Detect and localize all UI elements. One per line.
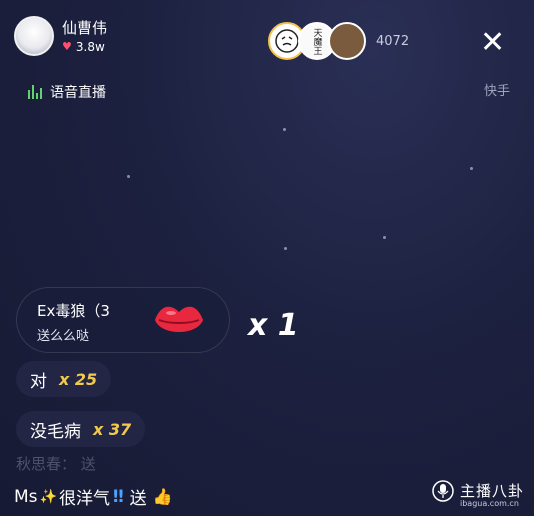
watermark-text: 主播八卦 <box>460 482 525 500</box>
double-exclamation-icon: ‼ <box>112 486 124 507</box>
combo-text: 没毛病 <box>30 421 81 442</box>
viewer-avatar-text: 天魔王 <box>311 27 322 55</box>
brand-label: 快手 <box>484 84 511 99</box>
gift-count: x 1 <box>248 308 299 343</box>
viewer-avatar[interactable] <box>328 22 366 60</box>
combo-text: 对 <box>30 371 47 392</box>
star <box>127 175 130 178</box>
voice-live-badge: 语音直播 <box>28 82 106 102</box>
lips-icon <box>155 306 203 332</box>
host-name: 仙曹伟 <box>62 18 108 37</box>
watermark: 主播八卦 ibagua.com.cn <box>432 480 524 508</box>
gift-text: 送么么哒 <box>37 329 90 344</box>
star <box>283 128 286 131</box>
gift-sender: Ex毒狼（3 <box>37 302 110 320</box>
heart-icon: ♥ <box>62 40 72 53</box>
face-icon <box>275 29 299 53</box>
like-count: ♥ 3.8w <box>62 40 107 54</box>
microphone-logo-icon <box>432 480 454 502</box>
watermark-url: ibagua.com.cn <box>460 499 519 508</box>
combo-count: x 37 <box>93 419 132 439</box>
gift-banner[interactable]: Ex毒狼（3 送么么哒 <box>16 287 230 353</box>
chat-user: Ms <box>14 486 38 507</box>
combo-message: 对 x 25 <box>16 361 112 397</box>
host-info[interactable]: 仙曹伟 ♥ 3.8w <box>14 16 107 56</box>
sound-bars-icon <box>28 85 42 99</box>
sparkle-icon: ✨ <box>39 488 57 505</box>
thumbs-up-icon: 👍 <box>152 487 173 506</box>
voice-live-label: 语音直播 <box>50 85 106 101</box>
viewer-count: 4072 <box>376 33 410 49</box>
chat-suffix: 送 <box>129 489 147 509</box>
close-icon[interactable]: ✕ <box>480 28 505 58</box>
like-count-value: 3.8w <box>75 39 105 54</box>
faded-chat-message: 秋思春： 送 <box>16 455 96 473</box>
combo-message: 没毛病 x 37 <box>16 411 146 447</box>
combo-count: x 25 <box>59 369 98 389</box>
star <box>470 167 473 170</box>
host-avatar[interactable] <box>14 16 54 56</box>
star <box>284 247 287 250</box>
chat-text: 很洋气 <box>58 489 110 509</box>
star <box>383 236 386 239</box>
viewer-list[interactable]: 天魔王 4072 <box>268 22 409 60</box>
chat-message[interactable]: Ms ✨ 很洋气 ‼ 送 👍 <box>14 484 173 510</box>
